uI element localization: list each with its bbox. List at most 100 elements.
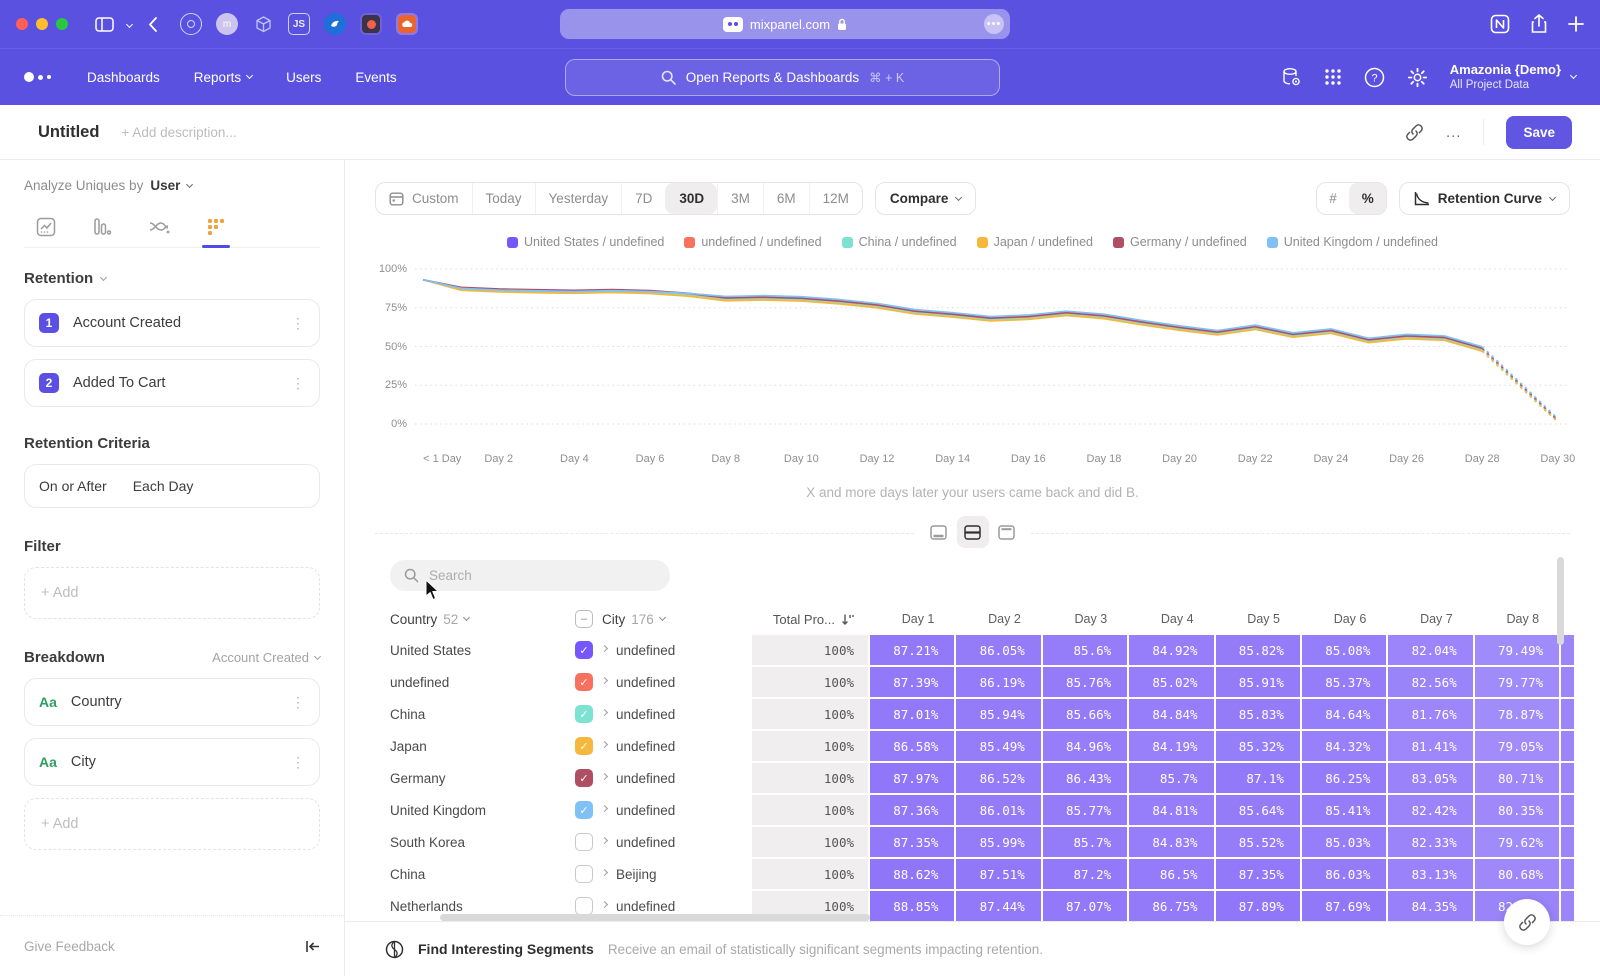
retention-value-cell[interactable]: 85.94% (956, 699, 1040, 729)
kebab-menu-icon[interactable]: ⋮ (291, 754, 305, 771)
retention-value-cell[interactable]: 85.7% (1129, 763, 1213, 793)
new-tab-icon[interactable] (1568, 16, 1584, 32)
retention-value-cell[interactable]: 80.68% (1475, 859, 1559, 889)
chart-type-selector[interactable]: Retention Curve (1399, 182, 1570, 215)
extension-m-icon[interactable]: m (216, 13, 238, 35)
row-expand-chevron-icon[interactable] (602, 873, 607, 875)
help-icon[interactable]: ? (1364, 67, 1385, 88)
column-header-city[interactable]: City176 (602, 612, 665, 627)
kebab-menu-icon[interactable]: ⋮ (291, 375, 305, 392)
retention-value-cell[interactable]: 84.64% (1302, 699, 1386, 729)
row-series-checkbox[interactable] (575, 897, 593, 915)
row-expand-chevron-icon[interactable] (602, 649, 607, 651)
retention-value-cell[interactable]: 88.62% (870, 859, 954, 889)
retention-value-cell[interactable]: 85.08% (1302, 635, 1386, 665)
row-expand-chevron-icon[interactable] (602, 809, 607, 811)
retention-value-cell[interactable]: 85.91% (1216, 667, 1300, 697)
retention-value-cell[interactable]: 79.05% (1475, 731, 1559, 761)
retention-value-cell[interactable]: 87.07% (1043, 891, 1127, 921)
column-header-day[interactable]: Day 7 (1388, 612, 1472, 626)
retention-value-cell[interactable]: 85.32% (1216, 731, 1300, 761)
tab-retention[interactable] (200, 209, 232, 247)
analyze-uniques-value[interactable]: User (150, 178, 180, 193)
row-expand-chevron-icon[interactable] (602, 681, 607, 683)
retention-value-cell[interactable]: 82.56% (1388, 667, 1472, 697)
row-series-checkbox[interactable]: ✓ (575, 673, 593, 691)
retention-value-cell[interactable]: 85.82% (1216, 635, 1300, 665)
retention-value-cell[interactable]: 85.41% (1302, 795, 1386, 825)
retention-value-cell[interactable]: 87.39% (870, 667, 954, 697)
close-window-button[interactable] (16, 18, 28, 30)
segments-footer-title[interactable]: Find Interesting Segments (418, 941, 594, 957)
minimize-window-button[interactable] (36, 18, 48, 30)
column-header-day[interactable]: Day 3 (1043, 612, 1127, 626)
row-series-checkbox[interactable]: ✓ (575, 737, 593, 755)
retention-value-cell[interactable]: 80.71% (1475, 763, 1559, 793)
extension-onepassword-icon[interactable] (180, 13, 202, 35)
apps-grid-icon[interactable] (1324, 68, 1342, 86)
row-expand-chevron-icon[interactable] (602, 745, 607, 747)
retention-value-cell[interactable]: 79.49% (1475, 635, 1559, 665)
retention-section-title[interactable]: Retention (24, 270, 93, 287)
row-expand-chevron-icon[interactable] (602, 905, 607, 907)
row-expand-chevron-icon[interactable] (602, 777, 607, 779)
tab-funnels[interactable] (86, 209, 118, 247)
add-description-button[interactable]: + Add description... (121, 125, 236, 140)
nav-reports[interactable]: Reports (194, 70, 252, 85)
retention-value-cell[interactable]: 79.77% (1475, 667, 1559, 697)
range-12m[interactable]: 12M (809, 183, 862, 214)
data-management-icon[interactable] (1281, 67, 1302, 88)
retention-value-cell[interactable]: 84.35% (1388, 891, 1472, 921)
retention-value-cell[interactable]: 83.05% (1388, 763, 1472, 793)
column-header-day[interactable]: Day 6 (1302, 612, 1386, 626)
mixpanel-logo[interactable] (24, 72, 51, 82)
retention-value-cell[interactable]: 86.03% (1302, 859, 1386, 889)
retention-value-cell[interactable]: 85.99% (956, 827, 1040, 857)
retention-value-cell[interactable]: 87.69% (1302, 891, 1386, 921)
tab-group-chevron-icon[interactable] (126, 20, 133, 27)
retention-value-cell[interactable]: 81.76% (1388, 699, 1472, 729)
nav-dashboards[interactable]: Dashboards (87, 70, 160, 85)
retention-value-cell[interactable]: 85.66% (1043, 699, 1127, 729)
format-percent-button[interactable]: % (1349, 183, 1386, 214)
retention-value-cell[interactable]: 87.1% (1216, 763, 1300, 793)
extension-cloud-icon[interactable] (396, 13, 418, 35)
address-bar[interactable]: mixpanel.com ••• (560, 9, 1010, 39)
retention-value-cell[interactable]: 86.58% (870, 731, 954, 761)
retention-value-cell[interactable]: 85.52% (1216, 827, 1300, 857)
column-header-day[interactable]: Day 4 (1129, 612, 1213, 626)
retention-value-cell[interactable]: 88.85% (870, 891, 954, 921)
retention-value-cell[interactable]: 87.36% (870, 795, 954, 825)
extension-js-icon[interactable]: JS (288, 13, 310, 35)
settings-gear-icon[interactable] (1407, 67, 1428, 88)
retention-value-cell[interactable]: 80.35% (1475, 795, 1559, 825)
tab-insights[interactable] (30, 209, 62, 247)
retention-value-cell[interactable]: 82.33% (1388, 827, 1472, 857)
retention-value-cell[interactable]: 86.05% (956, 635, 1040, 665)
retention-value-cell[interactable]: 85.37% (1302, 667, 1386, 697)
breakdown-country[interactable]: Aa Country ⋮ (24, 678, 320, 726)
collapse-sidebar-icon[interactable] (305, 940, 320, 953)
row-series-checkbox[interactable]: ✓ (575, 641, 593, 659)
retention-value-cell[interactable]: 85.6% (1043, 635, 1127, 665)
row-series-checkbox[interactable] (575, 865, 593, 883)
retention-value-cell[interactable]: 86.5% (1129, 859, 1213, 889)
retention-value-cell[interactable]: 81.41% (1388, 731, 1472, 761)
retention-value-cell[interactable]: 86.19% (956, 667, 1040, 697)
row-series-checkbox[interactable]: ✓ (575, 769, 593, 787)
retention-value-cell[interactable]: 86.52% (956, 763, 1040, 793)
retention-value-cell[interactable]: 87.01% (870, 699, 954, 729)
table-search-input[interactable]: Search (390, 560, 670, 591)
retention-value-cell[interactable]: 82.04% (1388, 635, 1472, 665)
address-bar-more-icon[interactable]: ••• (984, 14, 1004, 34)
retention-value-cell[interactable]: 79.62% (1475, 827, 1559, 857)
retention-value-cell[interactable]: 83.13% (1388, 859, 1472, 889)
maximize-window-button[interactable] (56, 18, 68, 30)
nav-events[interactable]: Events (355, 70, 396, 85)
retention-value-cell[interactable]: 86.75% (1129, 891, 1213, 921)
range-30d[interactable]: 30D (665, 183, 717, 214)
retention-value-cell[interactable]: 84.19% (1129, 731, 1213, 761)
retention-value-cell[interactable]: 84.32% (1302, 731, 1386, 761)
copy-link-icon[interactable] (1405, 123, 1424, 142)
extension-patreon-icon[interactable] (360, 13, 382, 35)
